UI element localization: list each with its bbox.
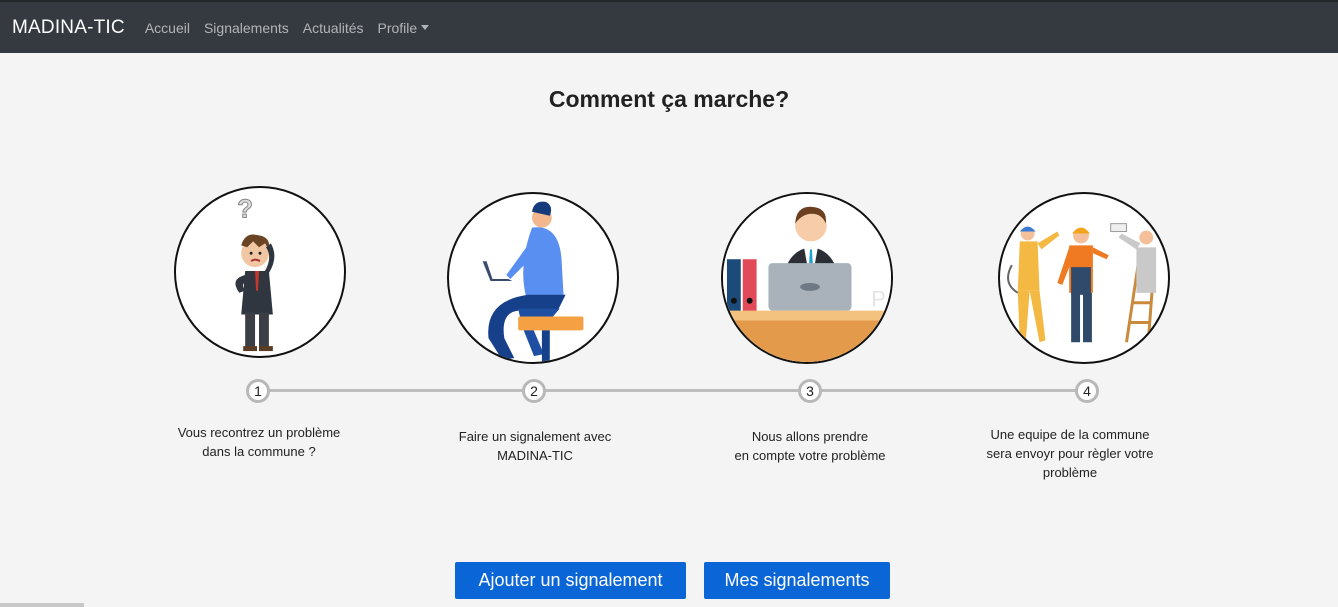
confused-man-icon: ?	[174, 186, 346, 358]
step-1-text: Vous recontrez un problème dans la commu…	[177, 425, 341, 459]
step-1-number: 1	[246, 379, 270, 403]
step-3-number: 3	[798, 379, 822, 403]
step-4-text: Une equipe de la commune sera envoyr pou…	[986, 427, 1154, 480]
my-reports-button[interactable]: Mes signalements	[704, 562, 890, 599]
office-worker-icon: P	[721, 192, 893, 364]
brand-link[interactable]: MADINA-TIC	[12, 17, 125, 39]
profile-dropdown[interactable]: Profile	[378, 20, 430, 36]
step-2-number: 2	[522, 379, 546, 403]
navbar: MADINA-TIC Accueil Signalements Actualit…	[0, 0, 1338, 53]
add-report-button[interactable]: Ajouter un signalement	[455, 562, 686, 599]
step-4-number: 4	[1075, 379, 1099, 403]
step-2-text: Faire un signalement avec MADINA-TIC	[458, 429, 612, 463]
steps-timeline	[258, 389, 1088, 392]
nav-link-actualites[interactable]: Actualités	[303, 20, 364, 36]
svg-text:?: ?	[237, 196, 253, 224]
profile-label: Profile	[377, 19, 418, 36]
nav-link-signalements[interactable]: Signalements	[204, 20, 289, 36]
step-3-text: Nous allons prendre en compte votre prob…	[734, 429, 886, 463]
laptop-user-icon	[447, 192, 619, 364]
svg-text:P: P	[871, 287, 886, 312]
workers-team-icon	[998, 192, 1170, 364]
chevron-down-icon	[421, 25, 430, 30]
horizontal-scrollbar[interactable]	[0, 603, 84, 607]
nav-link-accueil[interactable]: Accueil	[145, 20, 190, 36]
page-title: Comment ça marche?	[548, 86, 790, 112]
